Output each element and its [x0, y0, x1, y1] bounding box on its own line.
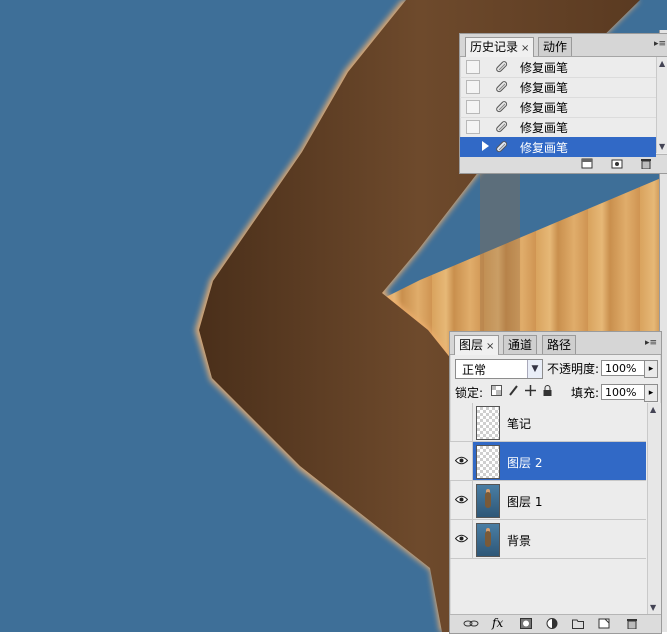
new-group-icon[interactable] [572, 618, 584, 629]
eye-icon[interactable] [455, 495, 468, 504]
lock-label: 锁定: [455, 386, 484, 400]
history-brush-checkbox[interactable] [466, 140, 480, 154]
layer-row[interactable]: 图层 2 [450, 442, 646, 481]
history-step[interactable]: 修复画笔 [460, 77, 656, 98]
scroll-down-icon[interactable]: ▼ [650, 603, 656, 612]
blend-mode-value: 正常 [462, 363, 487, 377]
healing-brush-icon [496, 81, 508, 93]
history-panel-tabs: 历史记录 × 动作 [460, 34, 667, 57]
healing-brush-icon [496, 121, 508, 133]
healing-brush-icon [496, 61, 508, 73]
layer-thumbnail [476, 406, 500, 440]
tab-channels[interactable]: 通道 [503, 335, 538, 354]
new-document-from-state-icon[interactable] [581, 158, 593, 169]
lock-all-icon[interactable] [542, 385, 553, 396]
healing-brush-icon [496, 101, 508, 113]
history-step-label: 修复画笔 [520, 121, 569, 135]
visibility-toggle[interactable] [450, 481, 473, 519]
close-icon[interactable]: × [521, 43, 529, 54]
layer-thumbnail [476, 445, 500, 479]
close-icon[interactable]: × [486, 341, 494, 352]
fill-label: 填充: [571, 386, 600, 400]
tab-paths[interactable]: 路径 [542, 335, 577, 354]
tab-channels-label: 通道 [508, 338, 533, 352]
lock-position-icon[interactable] [525, 385, 536, 396]
layer-name: 背景 [507, 534, 532, 548]
layers-panel-footer: fx [450, 614, 661, 633]
layer-thumbnail [476, 484, 500, 518]
history-step[interactable]: 修复画笔 [460, 97, 656, 118]
history-step[interactable]: 修复画笔 [460, 117, 656, 138]
lock-transparency-icon[interactable] [491, 385, 502, 396]
create-snapshot-icon[interactable] [611, 158, 623, 169]
tab-layers[interactable]: 图层 × [454, 335, 500, 355]
history-step-label: 修复画笔 [520, 81, 569, 95]
panel-menu-icon[interactable]: ▸≡ [645, 338, 657, 348]
scroll-up-icon[interactable]: ▲ [659, 59, 665, 68]
layers-panel: 图层 × 通道 路径 ▸≡ 正常 ▼ 不透明度: 100% ▸ 锁定: 填充: 1… [449, 331, 662, 634]
layer-name: 笔记 [507, 417, 532, 431]
lock-fill-row: 锁定: 填充: 100% ▸ [450, 380, 661, 405]
layer-mask-icon[interactable] [520, 618, 532, 629]
lock-image-pixels-icon[interactable] [508, 385, 519, 396]
history-step-label: 修复画笔 [520, 61, 569, 75]
fill-slider-toggle-icon[interactable]: ▸ [644, 384, 658, 402]
opacity-input[interactable]: 100% [601, 360, 645, 376]
layer-thumbnail [476, 523, 500, 557]
layers-panel-tabs: 图层 × 通道 路径 ▸≡ [450, 332, 661, 355]
history-step-label: 修复画笔 [520, 141, 569, 155]
tab-layers-label: 图层 [459, 338, 484, 352]
history-scrollbar[interactable]: ▲ ▼ [656, 57, 667, 153]
opacity-slider-toggle-icon[interactable]: ▸ [644, 360, 658, 378]
history-brush-checkbox[interactable] [466, 80, 480, 94]
eye-icon[interactable] [455, 456, 468, 465]
trash-icon[interactable] [626, 618, 638, 629]
layers-scrollbar[interactable]: ▲ ▼ [647, 403, 661, 614]
layer-name: 图层 1 [507, 495, 543, 509]
layer-row[interactable]: 笔记 [450, 403, 646, 442]
visibility-toggle[interactable] [450, 442, 473, 480]
layer-style-fx-icon[interactable]: fx [492, 616, 503, 630]
trash-icon[interactable] [640, 158, 652, 169]
history-panel: 历史记录 × 动作 ▲ ▼ ▸≡ 修复画笔 修复画笔 修复画笔 修复画笔 修复画笔 [459, 33, 667, 174]
tab-actions[interactable]: 动作 [538, 37, 573, 56]
layer-row[interactable]: 图层 1 [450, 481, 646, 520]
tab-actions-label: 动作 [543, 40, 568, 54]
chevron-down-icon[interactable]: ▼ [527, 360, 542, 378]
scroll-down-icon[interactable]: ▼ [659, 142, 665, 151]
history-brush-checkbox[interactable] [466, 120, 480, 134]
history-step[interactable]: 修复画笔 [460, 57, 656, 78]
opacity-label: 不透明度: [547, 362, 600, 376]
layer-name: 图层 2 [507, 456, 543, 470]
history-step-label: 修复画笔 [520, 101, 569, 115]
scroll-up-icon[interactable]: ▲ [650, 405, 656, 414]
visibility-toggle[interactable] [450, 403, 473, 441]
eye-icon[interactable] [455, 534, 468, 543]
visibility-toggle[interactable] [450, 520, 473, 558]
history-state-slider-icon[interactable] [482, 141, 489, 151]
fill-input[interactable]: 100% [601, 384, 645, 400]
healing-brush-icon [496, 141, 508, 153]
history-brush-checkbox[interactable] [466, 60, 480, 74]
history-brush-checkbox[interactable] [466, 100, 480, 114]
blend-opacity-row: 正常 ▼ 不透明度: 100% ▸ [450, 355, 661, 380]
tab-history-label: 历史记录 [470, 40, 519, 54]
link-layers-icon[interactable] [463, 618, 479, 629]
panel-menu-icon[interactable]: ▸≡ [654, 39, 666, 49]
adjustment-layer-icon[interactable] [546, 618, 558, 629]
tab-paths-label: 路径 [547, 338, 572, 352]
blend-mode-select[interactable]: 正常 ▼ [455, 359, 543, 379]
tab-history[interactable]: 历史记录 × [465, 37, 535, 57]
new-layer-icon[interactable] [598, 618, 610, 629]
history-step[interactable]: 修复画笔 [460, 137, 656, 158]
layer-row[interactable]: 背景 [450, 520, 646, 559]
